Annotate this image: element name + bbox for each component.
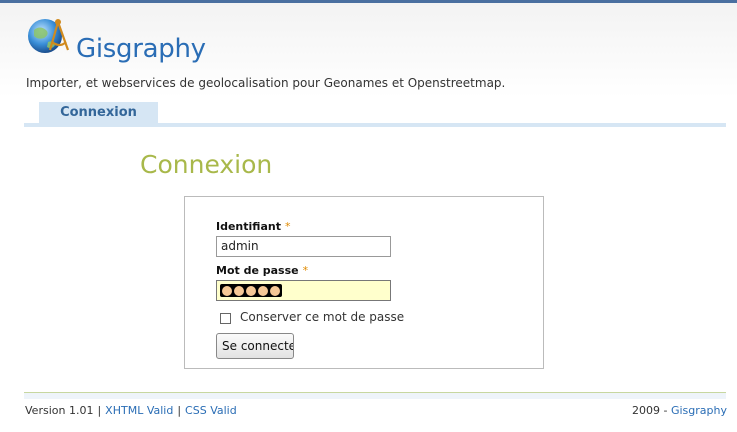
xhtml-valid-link[interactable]: XHTML Valid bbox=[105, 404, 173, 417]
password-dot bbox=[270, 285, 280, 296]
css-valid-link[interactable]: CSS Valid bbox=[185, 404, 237, 417]
username-label: Identifiant * bbox=[216, 220, 291, 233]
tab-underline bbox=[24, 123, 726, 127]
footer-left: Version 1.01 | XHTML Valid | CSS Valid bbox=[25, 404, 237, 417]
login-form: Identifiant * admin Mot de passe * Conserv… bbox=[184, 196, 544, 369]
footer-separator: | bbox=[97, 404, 102, 417]
tagline: Importer, et webservices de geolocalisat… bbox=[26, 76, 506, 90]
footer-right: 2009 - Gisgraphy bbox=[632, 404, 727, 417]
remember-label: Conserver ce mot de passe bbox=[240, 310, 405, 324]
required-mark: * bbox=[284, 220, 291, 233]
copyright-year: 2009 - bbox=[632, 404, 668, 417]
password-dot bbox=[234, 285, 244, 296]
footer-separator: | bbox=[177, 404, 182, 417]
globe-logo-icon[interactable] bbox=[24, 16, 74, 60]
login-button[interactable]: Se connecter bbox=[216, 333, 294, 359]
brand-name[interactable]: Gisgraphy bbox=[76, 34, 206, 64]
footer-brand-link[interactable]: Gisgraphy bbox=[671, 404, 727, 417]
password-dot bbox=[222, 285, 232, 296]
footer-band bbox=[24, 393, 726, 399]
password-dot bbox=[258, 285, 268, 296]
password-dot bbox=[246, 285, 256, 296]
version-text: Version 1.01 bbox=[25, 404, 94, 417]
page-title: Connexion bbox=[140, 150, 273, 179]
required-mark: * bbox=[302, 264, 309, 277]
password-mask bbox=[220, 284, 282, 297]
username-input[interactable]: admin bbox=[216, 236, 391, 257]
password-label: Mot de passe * bbox=[216, 264, 309, 277]
tab-bar: Connexion bbox=[24, 102, 726, 127]
remember-checkbox[interactable] bbox=[220, 313, 231, 324]
tab-connexion[interactable]: Connexion bbox=[39, 102, 158, 123]
